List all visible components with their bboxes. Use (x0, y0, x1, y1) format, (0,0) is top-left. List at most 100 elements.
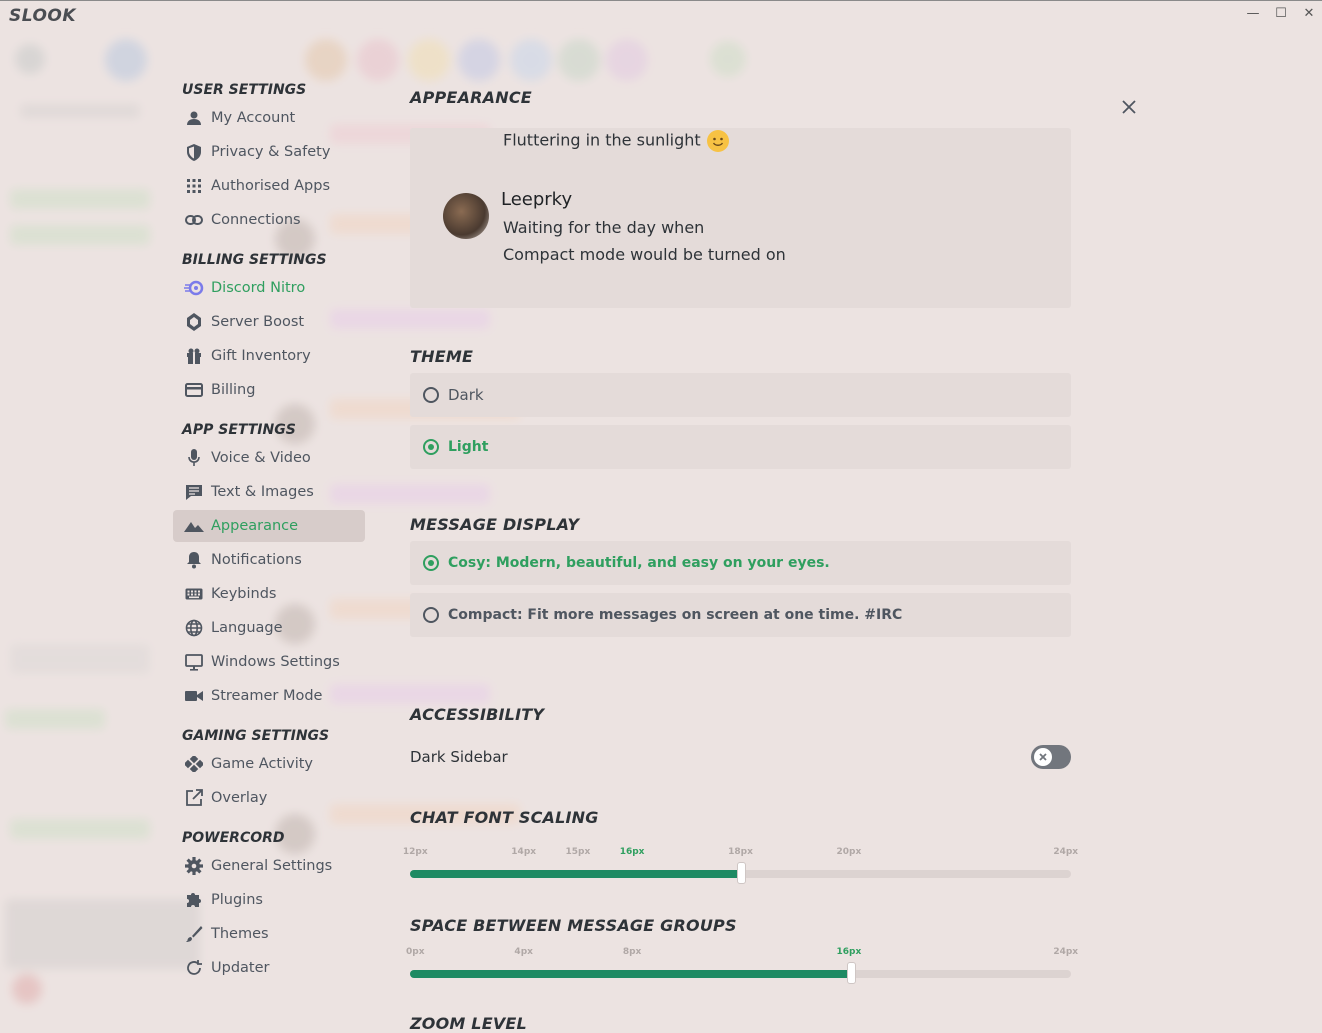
sidebar-item-connections[interactable]: Connections (173, 204, 365, 236)
maximize-button[interactable]: ☐ (1271, 5, 1291, 23)
sidebar-item-label: Server Boost (211, 314, 305, 330)
slider-tick-label: 16px (836, 947, 862, 957)
sidebar-item-label: General Settings (211, 858, 333, 874)
sidebar-item-gift-inventory[interactable]: Gift Inventory (173, 340, 365, 372)
close-settings-button[interactable] (1120, 98, 1138, 116)
slider-tick-label: 14px (511, 847, 537, 857)
boost-gem-icon (184, 312, 204, 332)
sidebar-item-text-images[interactable]: Text & Images (173, 476, 365, 508)
credit-card-icon (184, 380, 204, 400)
camera-icon (184, 686, 204, 706)
section-user-settings: USER SETTINGS (182, 82, 307, 98)
sidebar-item-label: Plugins (211, 892, 263, 908)
slider-tick-label: 20px (836, 847, 862, 857)
radio-compact[interactable] (423, 607, 439, 623)
gear-icon (184, 856, 204, 876)
puzzle-icon (184, 890, 204, 910)
sidebar-item-label: Billing (211, 382, 256, 398)
radio-dark[interactable] (423, 387, 439, 403)
theme-title: THEME (410, 347, 474, 366)
dark-sidebar-toggle[interactable] (1031, 745, 1071, 769)
section-gaming-settings: GAMING SETTINGS (182, 728, 330, 744)
sidebar-item-keybinds[interactable]: Keybinds (173, 578, 365, 610)
slider-tick-label: 16px (619, 847, 645, 857)
slider-tick-label: 8px (622, 947, 642, 957)
sidebar-item-billing[interactable]: Billing (173, 374, 365, 406)
sidebar-item-label: Game Activity (211, 756, 314, 772)
slider-tick-label: 18px (728, 847, 753, 857)
mountain-icon (184, 516, 204, 536)
sidebar-item-label: Privacy & Safety (211, 144, 331, 160)
sidebar-item-label: Keybinds (211, 586, 277, 602)
gamepad-icon (184, 754, 204, 774)
sidebar-item-label: Text & Images (211, 484, 314, 500)
chat-font-scaling-slider[interactable] (410, 862, 1071, 884)
theme-option-light[interactable]: Light (410, 425, 1071, 469)
sidebar-item-label: Authorised Apps (211, 178, 331, 194)
sidebar-item-themes[interactable]: Themes (173, 918, 365, 950)
sidebar-item-notifications[interactable]: Notifications (173, 544, 365, 576)
slider-handle[interactable] (736, 862, 746, 884)
accessibility-title: ACCESSIBILITY (410, 705, 545, 724)
sidebar-item-server-boost[interactable]: Server Boost (173, 306, 365, 338)
theme-option-dark[interactable]: Dark (410, 373, 1071, 417)
external-link-icon (184, 788, 204, 808)
sidebar-item-authorised-apps[interactable]: Authorised Apps (173, 170, 365, 202)
section-app-settings: APP SETTINGS (182, 422, 296, 438)
appearance-title: APPEARANCE (410, 88, 532, 107)
slider-handle[interactable] (846, 962, 856, 984)
slider-fill (410, 970, 851, 978)
theme-option-label: Dark (448, 386, 484, 404)
app-title: SLOOK (9, 6, 77, 26)
preview-line-1-text: Fluttering in the sunlight (503, 130, 701, 150)
slider-tick-label: 24px (1053, 947, 1079, 957)
section-powercord: POWERCORD (182, 830, 285, 846)
paintbrush-icon (184, 924, 204, 944)
theme-option-label: Light (448, 439, 489, 455)
sidebar-item-label: Voice & Video (211, 450, 311, 466)
message-preview: Fluttering in the sunlight Leeprky Waiti… (410, 128, 1071, 308)
globe-icon (184, 618, 204, 638)
dark-sidebar-label: Dark Sidebar (410, 748, 508, 766)
message-display-compact[interactable]: Compact: Fit more messages on screen at … (410, 593, 1071, 637)
sidebar-item-game-activity[interactable]: Game Activity (173, 748, 365, 780)
shield-icon (184, 142, 204, 162)
sidebar-item-voice-video[interactable]: Voice & Video (173, 442, 365, 474)
sidebar-item-streamer-mode[interactable]: Streamer Mode (173, 680, 365, 712)
sidebar-item-privacy-safety[interactable]: Privacy & Safety (173, 136, 365, 168)
sidebar-item-language[interactable]: Language (173, 612, 365, 644)
radio-cosy[interactable] (423, 555, 439, 571)
close-icon (1122, 100, 1136, 114)
user-icon (184, 108, 204, 128)
message-display-cosy[interactable]: Cosy: Modern, beautiful, and easy on you… (410, 541, 1071, 585)
sidebar-item-overlay[interactable]: Overlay (173, 782, 365, 814)
sidebar-item-plugins[interactable]: Plugins (173, 884, 365, 916)
slider-tick-label: 15px (565, 847, 591, 857)
sidebar-item-discord-nitro[interactable]: Discord Nitro (173, 272, 365, 304)
radio-light[interactable] (423, 439, 439, 455)
slider-tick-label: 0px (406, 947, 425, 957)
sidebar-item-windows-settings[interactable]: Windows Settings (173, 646, 365, 678)
message-display-label: Cosy: Modern, beautiful, and easy on you… (448, 555, 830, 571)
sidebar-item-label: Gift Inventory (211, 348, 311, 364)
sidebar-item-label: Windows Settings (211, 654, 340, 670)
sidebar-item-label: My Account (211, 110, 296, 126)
link-icon (184, 210, 204, 230)
close-window-button[interactable]: ✕ (1299, 5, 1319, 23)
sidebar-item-appearance[interactable]: Appearance (173, 510, 365, 542)
zoom-level-title: ZOOM LEVEL (410, 1014, 527, 1033)
avatar[interactable] (443, 193, 489, 239)
slider-tick-label: 12px (402, 847, 428, 857)
sidebar-item-label: Language (211, 620, 283, 636)
sidebar-item-updater[interactable]: Updater (173, 952, 365, 984)
minimize-button[interactable]: — (1243, 5, 1263, 23)
sidebar-item-general-settings[interactable]: General Settings (173, 850, 365, 882)
preview-username[interactable]: Leeprky (501, 189, 572, 210)
preview-line-2: Waiting for the day when (503, 218, 705, 237)
sidebar-item-label: Streamer Mode (211, 688, 323, 704)
sidebar-item-label: Appearance (211, 518, 299, 534)
sidebar-item-label: Updater (211, 960, 270, 976)
space-between-groups-slider[interactable] (410, 962, 1071, 984)
sidebar-item-label: Themes (211, 926, 269, 942)
sidebar-item-my-account[interactable]: My Account (173, 102, 365, 134)
